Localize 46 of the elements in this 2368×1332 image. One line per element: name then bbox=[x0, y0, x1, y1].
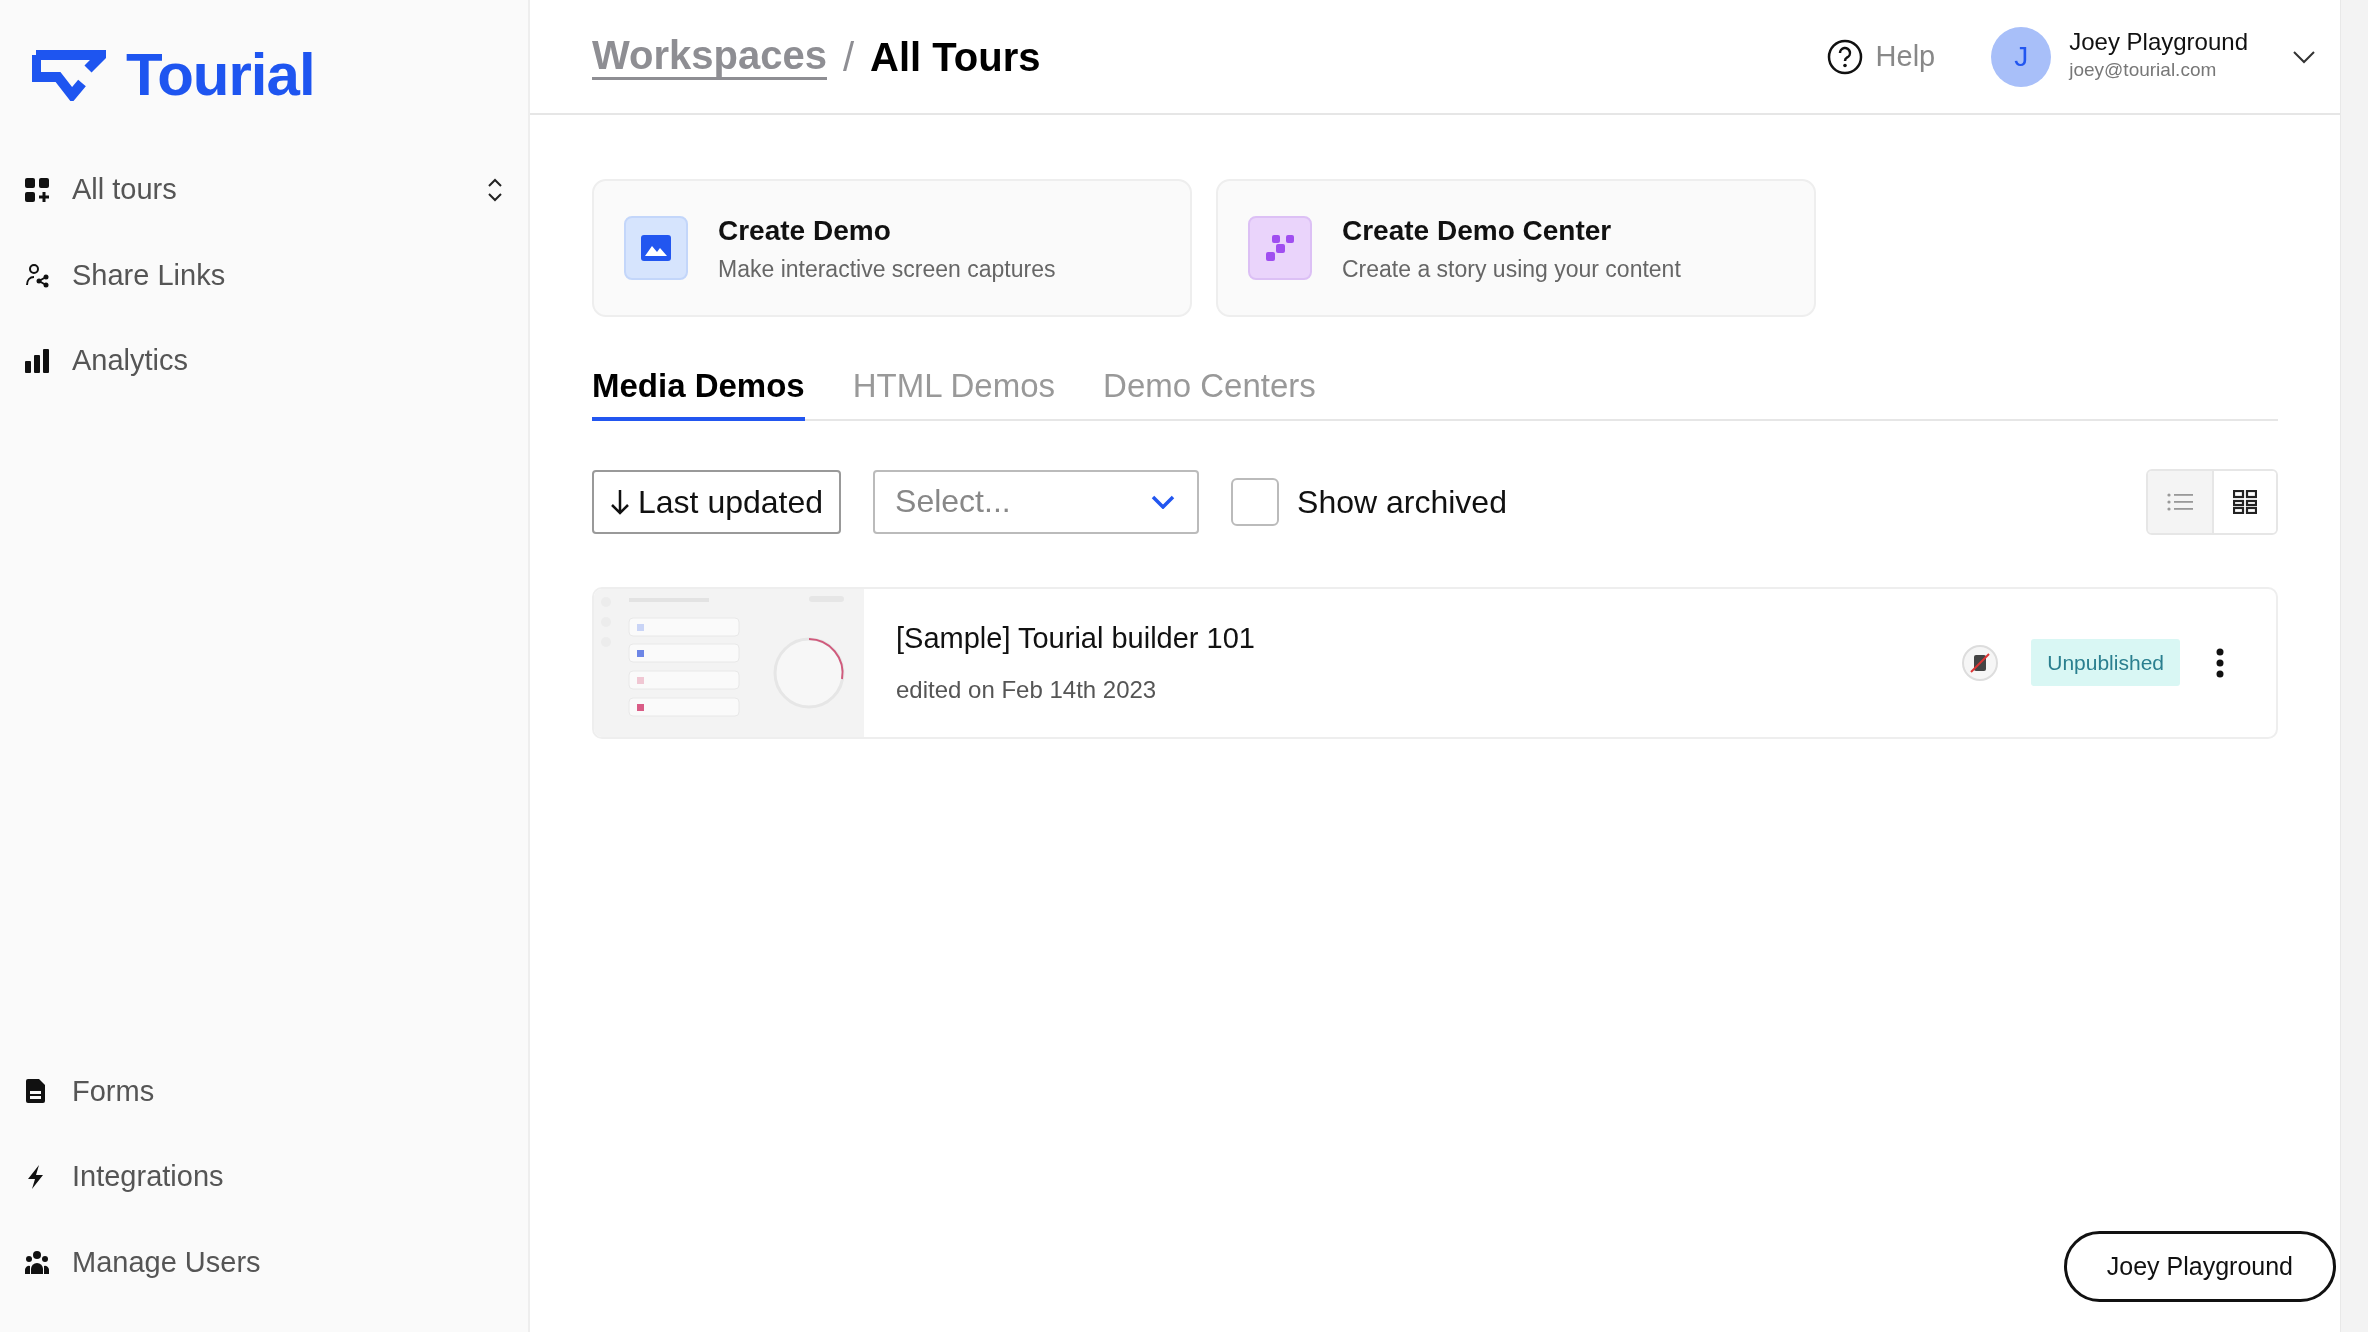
sidebar-item[interactable]: Integrations bbox=[24, 1141, 504, 1213]
demo-row[interactable]: [Sample] Tourial builder 101 edited on Feb 14th 2023 Unpublished bbox=[592, 586, 2278, 739]
bar-chart-icon bbox=[24, 347, 50, 374]
grid-icon bbox=[2233, 489, 2257, 514]
list-icon bbox=[2167, 491, 2193, 512]
arrow-down-icon bbox=[610, 487, 630, 516]
grid-plus-icon bbox=[24, 176, 50, 203]
help-button[interactable]: Help bbox=[1819, 33, 1942, 80]
nodes-icon bbox=[1264, 232, 1296, 264]
user-name: Joey Playground bbox=[2069, 28, 2248, 57]
checkbox[interactable] bbox=[1231, 477, 1280, 526]
card-subtitle: Create a story using your content bbox=[1342, 254, 1681, 284]
status-badge: Unpublished bbox=[2031, 638, 2180, 687]
logo-icon bbox=[32, 49, 106, 101]
demo-title: [Sample] Tourial builder 101 bbox=[896, 620, 1256, 656]
page-title: All Tours bbox=[870, 33, 1041, 81]
users-icon bbox=[24, 1249, 50, 1276]
sidebar-item[interactable]: Forms bbox=[24, 1055, 504, 1127]
grid-view-button[interactable] bbox=[2212, 470, 2276, 533]
create-card[interactable]: Create Demo Make interactive screen captures bbox=[592, 179, 1192, 317]
breadcrumb-separator: / bbox=[842, 33, 855, 81]
create-card[interactable]: Create Demo Center Create a story using your content bbox=[1216, 179, 1816, 317]
crossed-icon-badge bbox=[1961, 643, 2000, 682]
select-field[interactable]: Select... bbox=[873, 469, 1200, 534]
sidebar-item[interactable]: Manage Users bbox=[24, 1226, 504, 1298]
card-title: Create Demo bbox=[718, 213, 892, 248]
workspace-button[interactable]: Joey Playground bbox=[2063, 1230, 2336, 1302]
help-icon bbox=[1825, 37, 1864, 76]
sidebar-item[interactable]: Analytics bbox=[24, 325, 504, 397]
user-share-icon bbox=[24, 262, 50, 289]
checkbox-label: Show archived bbox=[1297, 482, 1507, 522]
tab[interactable]: Media Demos bbox=[592, 361, 805, 421]
scrollbar[interactable] bbox=[2340, 0, 2368, 1332]
card-subtitle: Make interactive screen captures bbox=[718, 254, 1056, 284]
sort-button[interactable]: Last updated bbox=[592, 469, 842, 534]
edited-date: edited on Feb 14th 2023 bbox=[896, 675, 1158, 706]
chevron-down-icon[interactable] bbox=[2292, 49, 2316, 64]
chevron-up-down-icon bbox=[486, 176, 504, 203]
sidebar-item[interactable]: Share Links bbox=[24, 239, 504, 311]
card-title: Create Demo Center bbox=[1342, 213, 1613, 248]
user-email: joey@tourial.com bbox=[2069, 58, 2218, 83]
sidebar-item[interactable]: All tours bbox=[24, 154, 504, 226]
more-icon[interactable] bbox=[2216, 647, 2224, 678]
image-icon bbox=[641, 235, 671, 261]
logo-text: Tourial bbox=[126, 40, 315, 110]
chevron-down-icon bbox=[1151, 494, 1176, 509]
